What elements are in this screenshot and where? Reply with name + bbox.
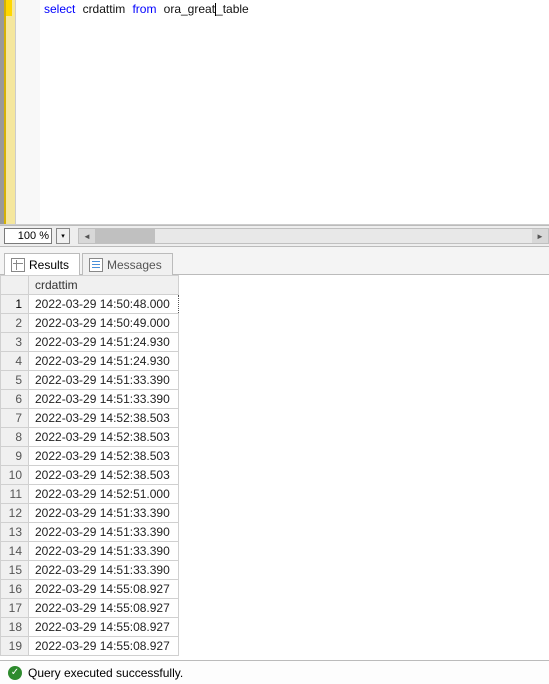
- scroll-right-arrow-icon[interactable]: ►: [532, 229, 548, 243]
- row-number[interactable]: 8: [1, 428, 29, 447]
- sql-code[interactable]: select crdattim from ora_great_table: [40, 0, 253, 224]
- cell-value[interactable]: 2022-03-29 14:51:33.390: [29, 390, 179, 409]
- cell-value[interactable]: 2022-03-29 14:51:33.390: [29, 523, 179, 542]
- row-number[interactable]: 12: [1, 504, 29, 523]
- row-number[interactable]: 9: [1, 447, 29, 466]
- cell-value[interactable]: 2022-03-29 14:55:08.927: [29, 580, 179, 599]
- table-row[interactable]: 182022-03-29 14:55:08.927: [1, 618, 179, 637]
- tab-messages[interactable]: Messages: [82, 253, 173, 275]
- cell-value[interactable]: 2022-03-29 14:51:33.390: [29, 561, 179, 580]
- cell-value[interactable]: 2022-03-29 14:52:38.503: [29, 447, 179, 466]
- status-text: Query executed successfully.: [28, 666, 183, 680]
- table-row[interactable]: 82022-03-29 14:52:38.503: [1, 428, 179, 447]
- cell-value[interactable]: 2022-03-29 14:52:38.503: [29, 466, 179, 485]
- horizontal-scrollbar[interactable]: ◄ ►: [78, 228, 549, 244]
- cell-value[interactable]: 2022-03-29 14:55:08.927: [29, 618, 179, 637]
- cell-value[interactable]: 2022-03-29 14:52:38.503: [29, 428, 179, 447]
- row-number[interactable]: 3: [1, 333, 29, 352]
- row-number[interactable]: 18: [1, 618, 29, 637]
- scroll-left-arrow-icon[interactable]: ◄: [79, 229, 95, 243]
- row-number[interactable]: 16: [1, 580, 29, 599]
- editor-margin: [16, 0, 40, 224]
- row-number[interactable]: 4: [1, 352, 29, 371]
- cell-value[interactable]: 2022-03-29 14:52:38.503: [29, 409, 179, 428]
- zoom-input[interactable]: [4, 228, 52, 244]
- status-bar: ✓ Query executed successfully.: [0, 660, 549, 684]
- row-number[interactable]: 6: [1, 390, 29, 409]
- table-row[interactable]: 172022-03-29 14:55:08.927: [1, 599, 179, 618]
- editor-footer-bar: ▾ ◄ ►: [0, 225, 549, 247]
- cell-value[interactable]: 2022-03-29 14:51:24.930: [29, 333, 179, 352]
- results-tab-strip: Results Messages: [0, 247, 549, 275]
- tab-messages-label: Messages: [107, 258, 162, 272]
- table-row[interactable]: 142022-03-29 14:51:33.390: [1, 542, 179, 561]
- row-number[interactable]: 1: [1, 295, 29, 314]
- table-row[interactable]: 32022-03-29 14:51:24.930: [1, 333, 179, 352]
- table-row[interactable]: 162022-03-29 14:55:08.927: [1, 580, 179, 599]
- cell-value[interactable]: 2022-03-29 14:55:08.927: [29, 599, 179, 618]
- cell-value[interactable]: 2022-03-29 14:51:24.930: [29, 352, 179, 371]
- table-corner[interactable]: [1, 276, 29, 295]
- table-row[interactable]: 102022-03-29 14:52:38.503: [1, 466, 179, 485]
- table-row[interactable]: 122022-03-29 14:51:33.390: [1, 504, 179, 523]
- row-number[interactable]: 14: [1, 542, 29, 561]
- table-row[interactable]: 132022-03-29 14:51:33.390: [1, 523, 179, 542]
- row-number[interactable]: 19: [1, 637, 29, 656]
- cell-value[interactable]: 2022-03-29 14:51:33.390: [29, 371, 179, 390]
- cell-value[interactable]: 2022-03-29 14:52:51.000: [29, 485, 179, 504]
- results-grid-area: crdattim 12022-03-29 14:50:48.00022022-0…: [0, 275, 549, 660]
- table-row[interactable]: 72022-03-29 14:52:38.503: [1, 409, 179, 428]
- column-header[interactable]: crdattim: [29, 276, 179, 295]
- editor-change-marker: [6, 0, 16, 224]
- row-number[interactable]: 5: [1, 371, 29, 390]
- row-number[interactable]: 13: [1, 523, 29, 542]
- cell-value[interactable]: 2022-03-29 14:50:49.000: [29, 314, 179, 333]
- row-number[interactable]: 2: [1, 314, 29, 333]
- row-number[interactable]: 10: [1, 466, 29, 485]
- row-number[interactable]: 17: [1, 599, 29, 618]
- row-number[interactable]: 11: [1, 485, 29, 504]
- table-row[interactable]: 192022-03-29 14:55:08.927: [1, 637, 179, 656]
- success-check-icon: ✓: [8, 666, 22, 680]
- table-row[interactable]: 42022-03-29 14:51:24.930: [1, 352, 179, 371]
- grid-icon: [11, 258, 25, 272]
- results-table[interactable]: crdattim 12022-03-29 14:50:48.00022022-0…: [0, 275, 179, 656]
- zoom-dropdown-arrow[interactable]: ▾: [56, 228, 70, 244]
- messages-icon: [89, 258, 103, 272]
- cell-value[interactable]: 2022-03-29 14:51:33.390: [29, 504, 179, 523]
- cell-value[interactable]: 2022-03-29 14:50:48.000: [29, 295, 179, 314]
- cell-value[interactable]: 2022-03-29 14:55:08.927: [29, 637, 179, 656]
- table-row[interactable]: 52022-03-29 14:51:33.390: [1, 371, 179, 390]
- table-row[interactable]: 152022-03-29 14:51:33.390: [1, 561, 179, 580]
- table-row[interactable]: 92022-03-29 14:52:38.503: [1, 447, 179, 466]
- row-number[interactable]: 7: [1, 409, 29, 428]
- table-row[interactable]: 112022-03-29 14:52:51.000: [1, 485, 179, 504]
- tab-results[interactable]: Results: [4, 253, 80, 275]
- cell-value[interactable]: 2022-03-29 14:51:33.390: [29, 542, 179, 561]
- scroll-thumb[interactable]: [95, 229, 155, 243]
- sql-editor-area: select crdattim from ora_great_table: [0, 0, 549, 225]
- table-row[interactable]: 22022-03-29 14:50:49.000: [1, 314, 179, 333]
- tab-results-label: Results: [29, 258, 69, 272]
- row-number[interactable]: 15: [1, 561, 29, 580]
- table-row[interactable]: 12022-03-29 14:50:48.000: [1, 295, 179, 314]
- table-row[interactable]: 62022-03-29 14:51:33.390: [1, 390, 179, 409]
